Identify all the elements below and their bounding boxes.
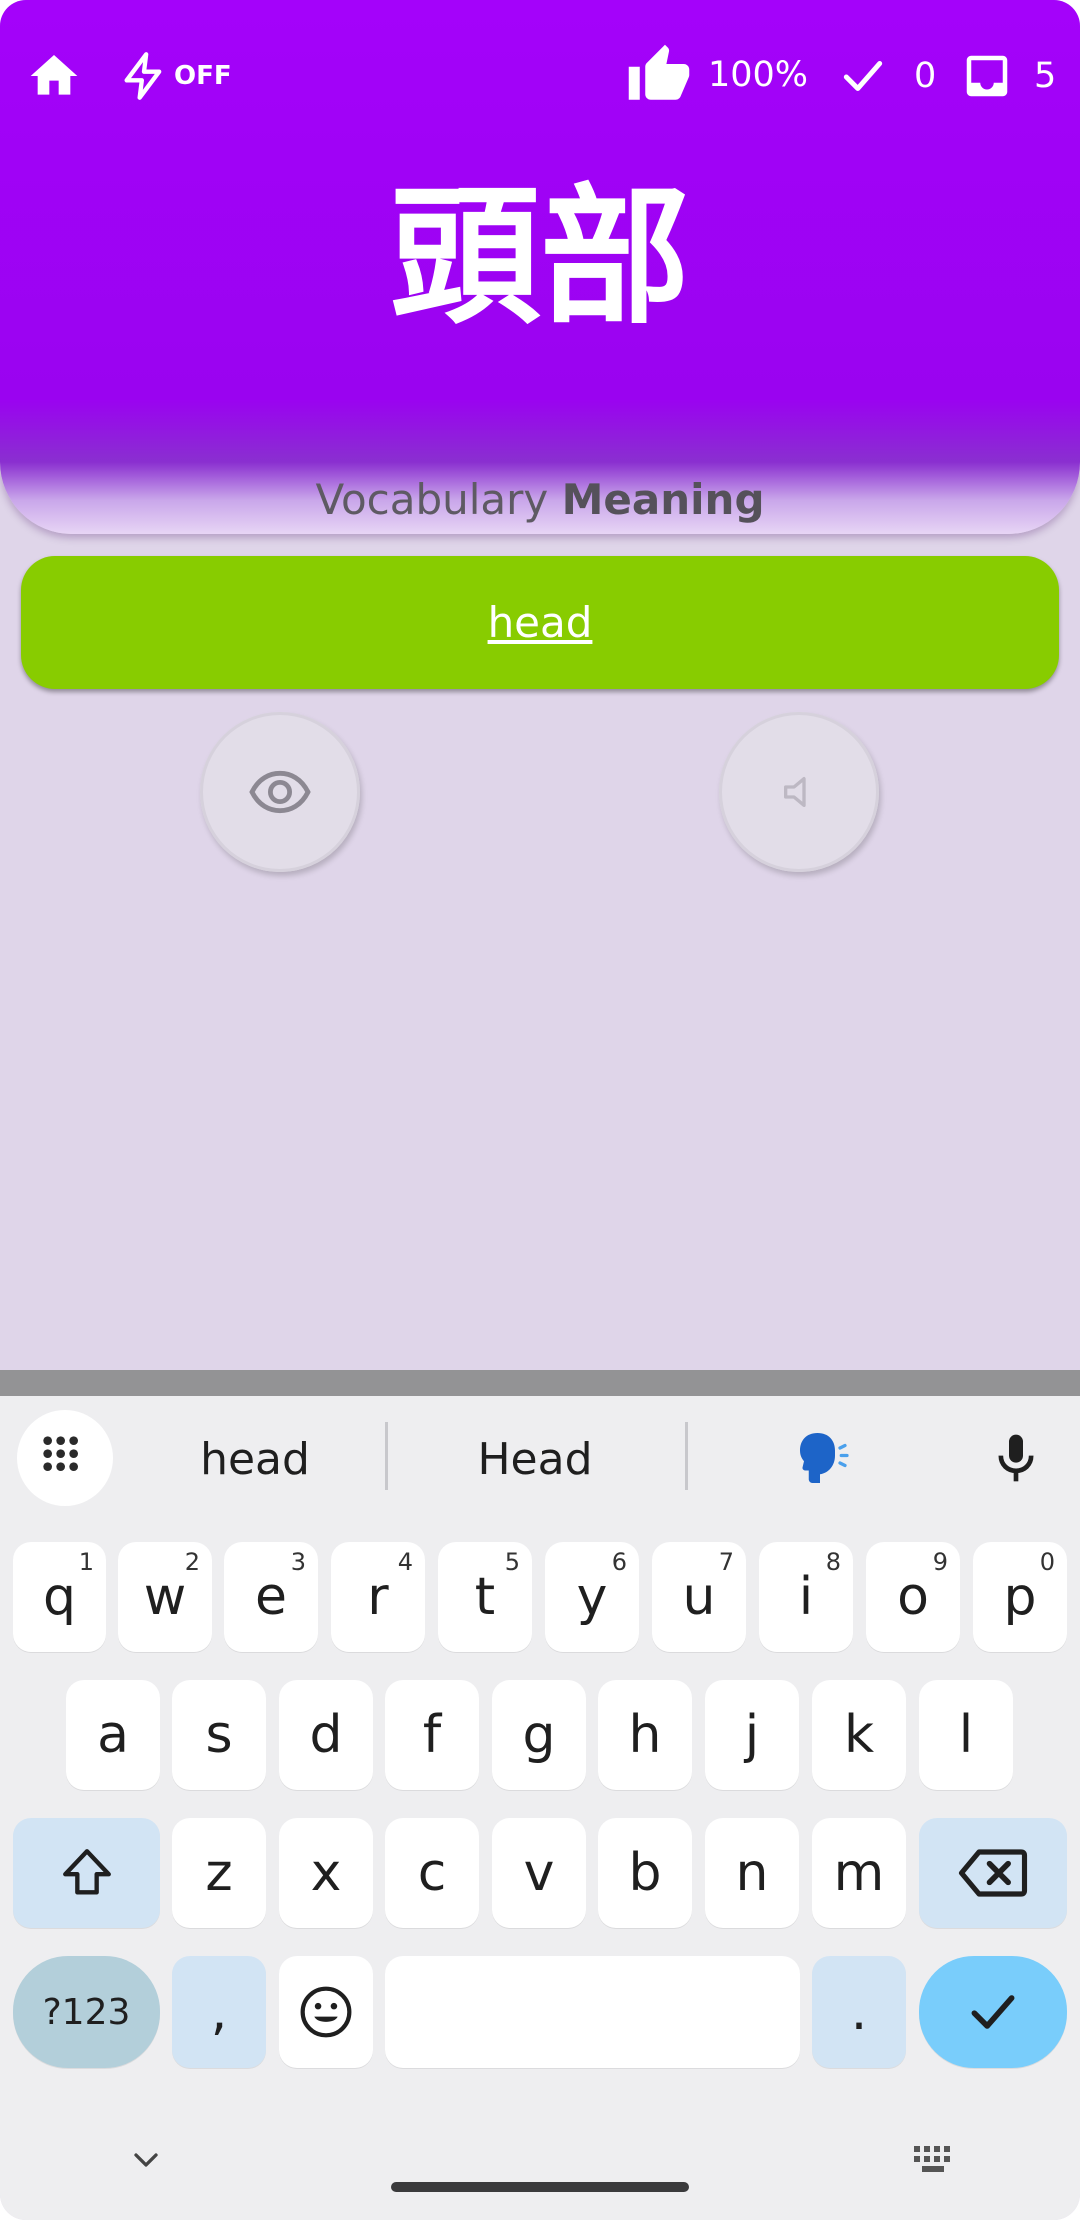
app-screen: OFF 100% 0 5 頭部 Vocabulary Meaning head … <box>0 0 1080 2220</box>
key-v[interactable]: v <box>492 1818 586 1928</box>
inbox-icon <box>966 55 1008 97</box>
suggestion-divider <box>385 1422 388 1490</box>
key-t[interactable]: t5 <box>438 1542 532 1652</box>
card-type-bold: Meaning <box>561 475 765 524</box>
suggestion-2[interactable]: Head <box>410 1396 660 1522</box>
key-l[interactable]: l <box>919 1680 1013 1790</box>
hide-keyboard-icon[interactable] <box>126 2140 166 2180</box>
key-c[interactable]: c <box>385 1818 479 1928</box>
key-x[interactable]: x <box>279 1818 373 1928</box>
voice-typing-icon[interactable] <box>790 1426 850 1490</box>
microphone-icon[interactable] <box>988 1426 1044 1490</box>
accuracy-stat: 100% <box>626 42 808 108</box>
key-a[interactable]: a <box>66 1680 160 1790</box>
card-type-regular: Vocabulary <box>315 475 549 524</box>
correct-stat: 0 <box>838 48 936 104</box>
backspace-icon <box>958 1849 1028 1897</box>
key-j[interactable]: j <box>705 1680 799 1790</box>
check-icon <box>971 1995 1015 2029</box>
gesture-nav-handle[interactable] <box>391 2182 689 2192</box>
soft-keyboard: head Head q1 w2 e3 r4 t5 y6 u7 i8 o9 p0 <box>0 1370 1080 2220</box>
remaining-count: 5 <box>1034 56 1057 96</box>
backspace-key[interactable] <box>919 1818 1067 1928</box>
accuracy-percent: 100% <box>708 55 809 95</box>
key-b[interactable]: b <box>598 1818 692 1928</box>
lightning-toggle[interactable]: OFF <box>118 48 232 104</box>
reveal-button[interactable] <box>200 712 360 872</box>
key-z[interactable]: z <box>172 1818 266 1928</box>
key-w[interactable]: w2 <box>118 1542 212 1652</box>
card-header: OFF 100% 0 5 頭部 Vocabulary Meaning <box>0 0 1080 534</box>
answer-text: head <box>487 598 593 647</box>
key-f[interactable]: f <box>385 1680 479 1790</box>
audio-button[interactable] <box>719 712 879 872</box>
key-p[interactable]: p0 <box>973 1542 1067 1652</box>
question-word: 頭部 <box>389 171 690 345</box>
shift-icon <box>62 1849 111 1895</box>
key-r[interactable]: r4 <box>331 1542 425 1652</box>
remaining-stat: 5 <box>960 48 1056 104</box>
lightning-status: OFF <box>174 61 232 91</box>
key-k[interactable]: k <box>812 1680 906 1790</box>
shift-key[interactable] <box>13 1818 160 1928</box>
apps-grid-icon <box>43 1436 78 1471</box>
check-icon <box>843 61 883 91</box>
key-g[interactable]: g <box>492 1680 586 1790</box>
answer-field[interactable]: head <box>21 556 1059 689</box>
speaker-icon <box>784 777 806 807</box>
key-h[interactable]: h <box>598 1680 692 1790</box>
suggestion-1[interactable]: head <box>130 1396 380 1522</box>
emoji-key[interactable] <box>279 1956 373 2068</box>
key-s[interactable]: s <box>172 1680 266 1790</box>
key-y[interactable]: y6 <box>545 1542 639 1652</box>
keyboard-menu-button[interactable] <box>17 1410 113 1506</box>
key-o[interactable]: o9 <box>866 1542 960 1652</box>
key-u[interactable]: u7 <box>652 1542 746 1652</box>
key-n[interactable]: n <box>705 1818 799 1928</box>
emoji-icon <box>300 1986 352 2038</box>
key-m[interactable]: m <box>812 1818 906 1928</box>
symbols-key[interactable]: ?123 <box>13 1956 160 2068</box>
top-bar: OFF 100% 0 5 <box>0 0 1080 150</box>
period-key[interactable]: . <box>812 1956 906 2068</box>
key-d[interactable]: d <box>279 1680 373 1790</box>
card-type-label: Vocabulary Meaning <box>0 472 1080 528</box>
key-q[interactable]: q1 <box>13 1542 106 1652</box>
home-icon[interactable] <box>26 48 82 104</box>
eye-icon <box>249 770 311 814</box>
thumbs-up-icon <box>628 44 690 100</box>
enter-key[interactable] <box>919 1956 1067 2068</box>
suggestion-divider <box>685 1422 688 1490</box>
keyboard-divider <box>0 1370 1080 1396</box>
keyboard-switch-icon[interactable] <box>910 2138 958 2182</box>
comma-key[interactable]: , <box>172 1956 266 2068</box>
correct-count: 0 <box>914 56 937 96</box>
key-e[interactable]: e3 <box>224 1542 318 1652</box>
key-i[interactable]: i8 <box>759 1542 853 1652</box>
lightning-icon <box>124 52 162 100</box>
space-key[interactable] <box>385 1956 800 2068</box>
